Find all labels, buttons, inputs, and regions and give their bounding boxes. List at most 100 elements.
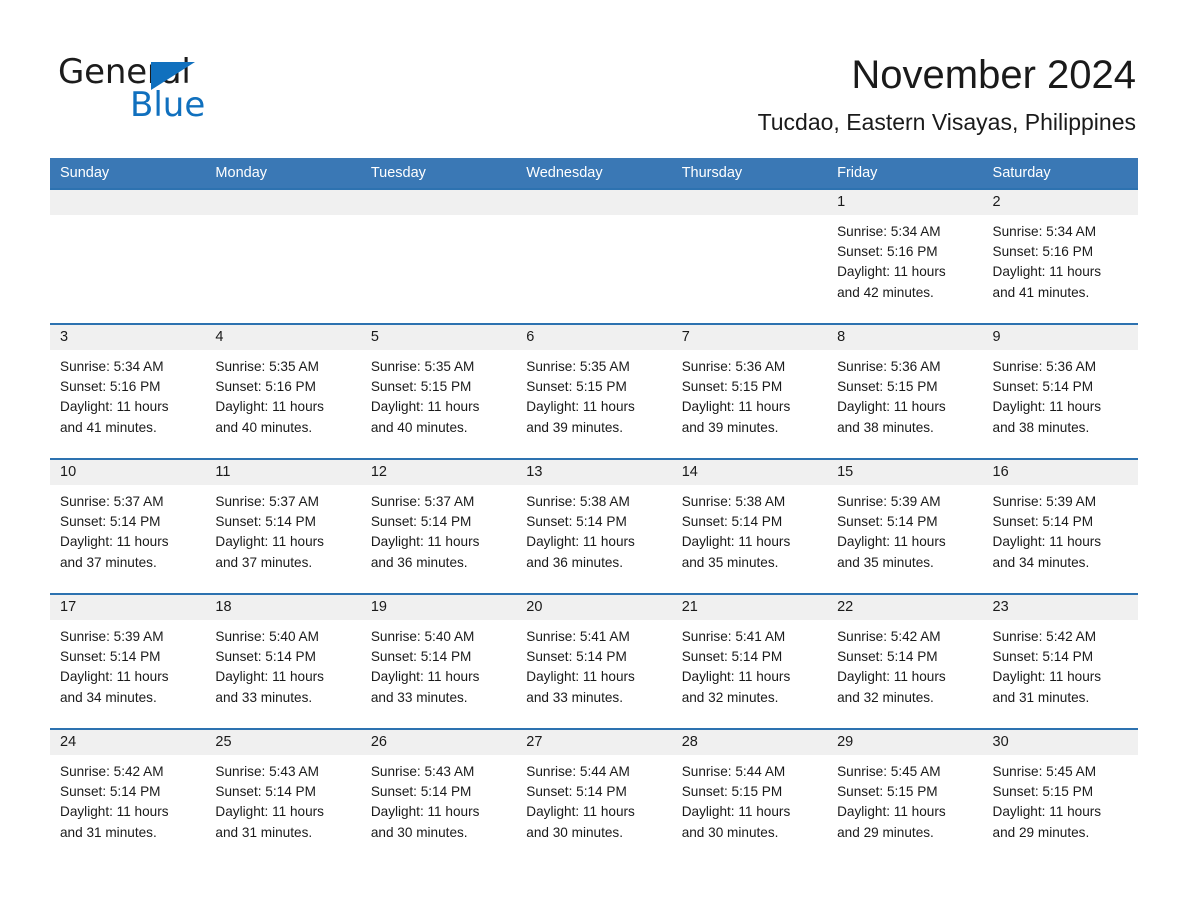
day-number-strip: 25 — [205, 730, 361, 755]
day-details — [205, 215, 360, 222]
day-cell[interactable]: 23 Sunrise: 5:42 AM Sunset: 5:14 PM Dayl… — [982, 595, 1138, 728]
day-details: Sunrise: 5:41 AM Sunset: 5:14 PM Dayligh… — [516, 620, 671, 708]
day-cell[interactable]: 8 Sunrise: 5:36 AM Sunset: 5:15 PM Dayli… — [827, 325, 983, 458]
day-details: Sunrise: 5:35 AM Sunset: 5:15 PM Dayligh… — [361, 350, 516, 438]
daylight-text-line1: Daylight: 11 hours — [681, 669, 791, 685]
day-number: 24 — [60, 734, 77, 750]
weekday-header-friday: Friday — [837, 165, 878, 181]
day-number-strip — [205, 190, 361, 215]
day-number-strip: 5 — [360, 325, 517, 350]
day-number-strip: 30 — [982, 730, 1138, 755]
day-cell[interactable]: 5 Sunrise: 5:35 AM Sunset: 5:15 PM Dayli… — [360, 325, 517, 458]
day-details — [361, 215, 516, 222]
day-cell[interactable]: 30 Sunrise: 5:45 AM Sunset: 5:15 PM Dayl… — [982, 730, 1138, 863]
day-cell[interactable]: 20 Sunrise: 5:41 AM Sunset: 5:14 PM Dayl… — [516, 595, 672, 728]
day-number: 3 — [60, 329, 69, 345]
day-details: Sunrise: 5:34 AM Sunset: 5:16 PM Dayligh… — [50, 350, 205, 438]
day-cell[interactable]: 6 Sunrise: 5:35 AM Sunset: 5:15 PM Dayli… — [516, 325, 672, 458]
sunrise-text: Sunrise: 5:39 AM — [992, 494, 1097, 509]
day-details: Sunrise: 5:39 AM Sunset: 5:14 PM Dayligh… — [50, 620, 205, 708]
day-cell[interactable]: 29 Sunrise: 5:45 AM Sunset: 5:15 PM Dayl… — [827, 730, 983, 863]
day-details — [516, 215, 671, 222]
day-cell[interactable]: 7 Sunrise: 5:36 AM Sunset: 5:15 PM Dayli… — [671, 325, 828, 458]
weekday-header-tuesday: Tuesday — [370, 165, 426, 181]
daylight-text-line1: Daylight: 11 hours — [992, 399, 1102, 415]
sunset-text: Sunset: 5:15 PM — [526, 379, 627, 395]
daylight-text-line2: and 31 minutes. — [992, 689, 1090, 705]
day-number: 11 — [215, 464, 231, 480]
day-cell[interactable]: 12 Sunrise: 5:37 AM Sunset: 5:14 PM Dayl… — [360, 460, 517, 593]
day-cell[interactable]: 10 Sunrise: 5:37 AM Sunset: 5:14 PM Dayl… — [50, 460, 206, 593]
day-cell[interactable]: 28 Sunrise: 5:44 AM Sunset: 5:15 PM Dayl… — [671, 730, 828, 863]
day-number-strip: 9 — [982, 325, 1138, 350]
day-number-strip: 22 — [827, 595, 983, 620]
day-number-strip: 27 — [516, 730, 672, 755]
sunrise-text: Sunrise: 5:34 AM — [837, 224, 941, 239]
day-cell[interactable]: 11 Sunrise: 5:37 AM Sunset: 5:14 PM Dayl… — [205, 460, 361, 593]
sunrise-text: Sunrise: 5:45 AM — [992, 764, 1097, 779]
day-cell[interactable]: 14 Sunrise: 5:38 AM Sunset: 5:14 PM Dayl… — [671, 460, 828, 593]
day-cell[interactable]: 18 Sunrise: 5:40 AM Sunset: 5:14 PM Dayl… — [205, 595, 361, 728]
sunset-text: Sunset: 5:15 PM — [992, 784, 1094, 800]
day-cell[interactable]: 26 Sunrise: 5:43 AM Sunset: 5:14 PM Dayl… — [360, 730, 517, 863]
day-cell[interactable]: 21 Sunrise: 5:41 AM Sunset: 5:14 PM Dayl… — [671, 595, 828, 728]
day-cell[interactable]: 3 Sunrise: 5:34 AM Sunset: 5:16 PM Dayli… — [50, 325, 206, 458]
day-number-strip: 18 — [205, 595, 361, 620]
week-row: 10 Sunrise: 5:37 AM Sunset: 5:14 PM Dayl… — [50, 458, 1138, 593]
day-cell[interactable]: 2 Sunrise: 5:34 AM Sunset: 5:16 PM Dayli… — [982, 190, 1138, 323]
day-cell[interactable]: 19 Sunrise: 5:40 AM Sunset: 5:14 PM Dayl… — [360, 595, 517, 728]
daylight-text-line2: and 41 minutes. — [992, 284, 1090, 300]
day-cell[interactable]: 15 Sunrise: 5:39 AM Sunset: 5:14 PM Dayl… — [827, 460, 983, 593]
calendar-page: General Blue November 2024 Tucdao, Easte… — [0, 0, 1188, 918]
day-number-strip: 12 — [360, 460, 517, 485]
day-number-strip: 15 — [827, 460, 983, 485]
daylight-text-line2: and 32 minutes. — [681, 689, 779, 705]
day-number-strip: 8 — [827, 325, 983, 350]
day-number-strip: 6 — [516, 325, 672, 350]
daylight-text-line2: and 34 minutes. — [992, 554, 1090, 570]
day-number-strip: 4 — [205, 325, 361, 350]
daylight-text-line1: Daylight: 11 hours — [215, 669, 324, 685]
daylight-text-line2: and 35 minutes. — [837, 554, 934, 570]
daylight-text-line2: and 33 minutes. — [526, 689, 623, 705]
weekday-header-row: Sunday Monday Tuesday Wednesday Thursday… — [50, 158, 1138, 188]
day-cell[interactable]: 1 Sunrise: 5:34 AM Sunset: 5:16 PM Dayli… — [827, 190, 983, 323]
day-cell[interactable]: 9 Sunrise: 5:36 AM Sunset: 5:14 PM Dayli… — [982, 325, 1138, 458]
day-cell[interactable]: 24 Sunrise: 5:42 AM Sunset: 5:14 PM Dayl… — [50, 730, 206, 863]
day-details: Sunrise: 5:44 AM Sunset: 5:14 PM Dayligh… — [516, 755, 671, 843]
day-number-strip: 26 — [360, 730, 517, 755]
page-header: General Blue November 2024 Tucdao, Easte… — [0, 0, 1188, 158]
sunset-text: Sunset: 5:14 PM — [60, 649, 161, 665]
day-cell[interactable]: 4 Sunrise: 5:35 AM Sunset: 5:16 PM Dayli… — [205, 325, 361, 458]
sunrise-text: Sunrise: 5:35 AM — [215, 359, 319, 374]
sunrise-text: Sunrise: 5:45 AM — [837, 764, 941, 779]
day-cell[interactable]: 16 Sunrise: 5:39 AM Sunset: 5:14 PM Dayl… — [982, 460, 1138, 593]
sunset-text: Sunset: 5:16 PM — [992, 244, 1094, 260]
day-details: Sunrise: 5:42 AM Sunset: 5:14 PM Dayligh… — [827, 620, 982, 708]
sunrise-text: Sunrise: 5:44 AM — [526, 764, 630, 779]
day-cell[interactable]: 22 Sunrise: 5:42 AM Sunset: 5:14 PM Dayl… — [827, 595, 983, 728]
day-cell[interactable]: 17 Sunrise: 5:39 AM Sunset: 5:14 PM Dayl… — [50, 595, 206, 728]
sunset-text: Sunset: 5:15 PM — [837, 784, 938, 800]
day-cell[interactable]: 27 Sunrise: 5:44 AM Sunset: 5:14 PM Dayl… — [516, 730, 672, 863]
daylight-text-line2: and 37 minutes. — [215, 554, 313, 570]
sunrise-text: Sunrise: 5:43 AM — [370, 764, 475, 779]
day-cell[interactable]: 25 Sunrise: 5:43 AM Sunset: 5:14 PM Dayl… — [205, 730, 361, 863]
daylight-text-line2: and 37 minutes. — [60, 554, 157, 570]
day-details: Sunrise: 5:38 AM Sunset: 5:14 PM Dayligh… — [516, 485, 671, 573]
calendar-table: Sunday Monday Tuesday Wednesday Thursday… — [50, 158, 1138, 863]
day-cell[interactable]: 13 Sunrise: 5:38 AM Sunset: 5:14 PM Dayl… — [516, 460, 672, 593]
day-number-strip — [516, 190, 672, 215]
sunrise-text: Sunrise: 5:39 AM — [60, 629, 164, 644]
sunset-text: Sunset: 5:14 PM — [526, 784, 627, 800]
sunrise-text: Sunrise: 5:37 AM — [370, 494, 475, 509]
generalblue-logo[interactable]: General Blue — [58, 52, 378, 125]
day-number: 23 — [992, 599, 1009, 615]
day-details: Sunrise: 5:39 AM Sunset: 5:14 PM Dayligh… — [827, 485, 982, 573]
day-number: 6 — [526, 329, 535, 345]
daylight-text-line1: Daylight: 11 hours — [370, 399, 480, 415]
sunset-text: Sunset: 5:14 PM — [370, 514, 472, 530]
day-number: 16 — [992, 464, 1009, 480]
daylight-text-line2: and 39 minutes. — [681, 419, 779, 435]
day-number-strip: 19 — [360, 595, 517, 620]
